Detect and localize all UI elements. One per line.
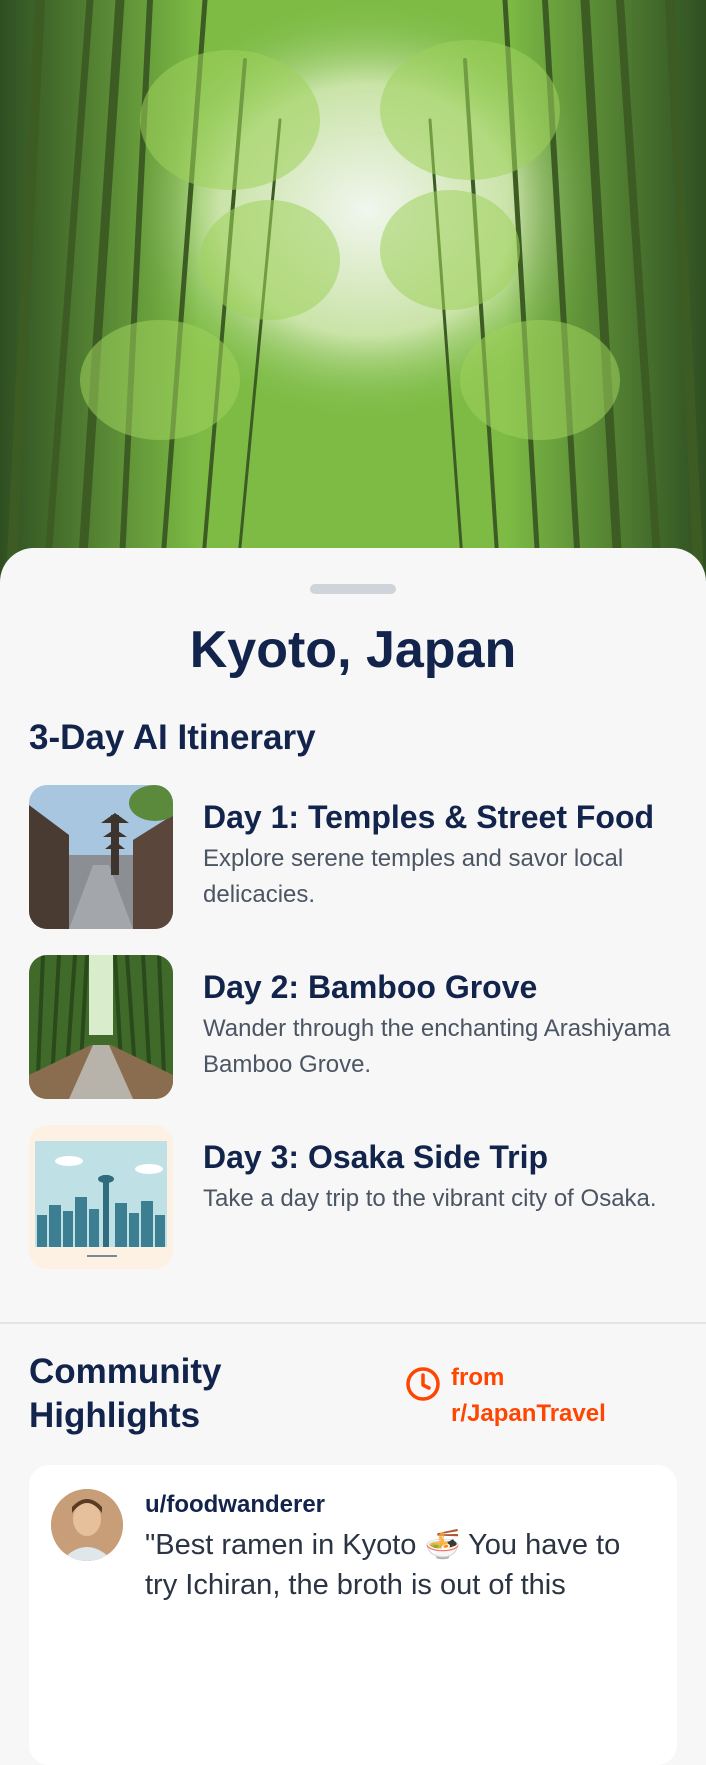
community-post-card[interactable]: u/foodwanderer "Best ramen in Kyoto 🍜 Yo… [29,1465,677,1765]
day-1-thumbnail [29,785,173,929]
bottom-sheet: Kyoto, Japan 3-Day AI Itinerary Day 1: T… [0,548,706,1765]
avatar [51,1489,123,1561]
post-quote: "Best ramen in Kyoto 🍜 You have to try I… [145,1529,621,1601]
source-label: from r/JapanTravel [451,1364,606,1427]
day-2-description: Wander through the enchanting Arashiyama… [203,1015,671,1078]
day-1-description: Explore serene temples and savor local d… [203,845,624,908]
day-3-title: Day 3: Osaka Side Trip [203,1139,549,1175]
day-3-thumbnail [29,1125,173,1269]
itinerary-day-3[interactable]: Day 3: Osaka Side Trip Take a day trip t… [29,1125,689,1269]
itinerary-day-2[interactable]: Day 2: Bamboo Grove Wander through the e… [29,955,689,1099]
post-username[interactable]: u/foodwanderer [145,1491,325,1519]
clock-icon [406,1367,440,1401]
day-2-thumbnail [29,955,173,1099]
section-divider [0,1322,706,1324]
drag-handle[interactable] [310,584,396,594]
itinerary-heading: 3-Day AI Itinerary [29,718,316,757]
page-title: Kyoto, Japan [189,621,517,679]
hero-image [0,0,706,600]
day-3-description: Take a day trip to the vibrant city of O… [203,1185,657,1212]
community-heading: Community Highlights [29,1352,222,1435]
itinerary-day-1[interactable]: Day 1: Temples & Street Food Explore ser… [29,785,689,929]
day-2-title: Day 2: Bamboo Grove [203,969,538,1005]
day-1-title: Day 1: Temples & Street Food [203,799,655,835]
source-link[interactable]: from r/JapanTravel [405,1360,641,1432]
